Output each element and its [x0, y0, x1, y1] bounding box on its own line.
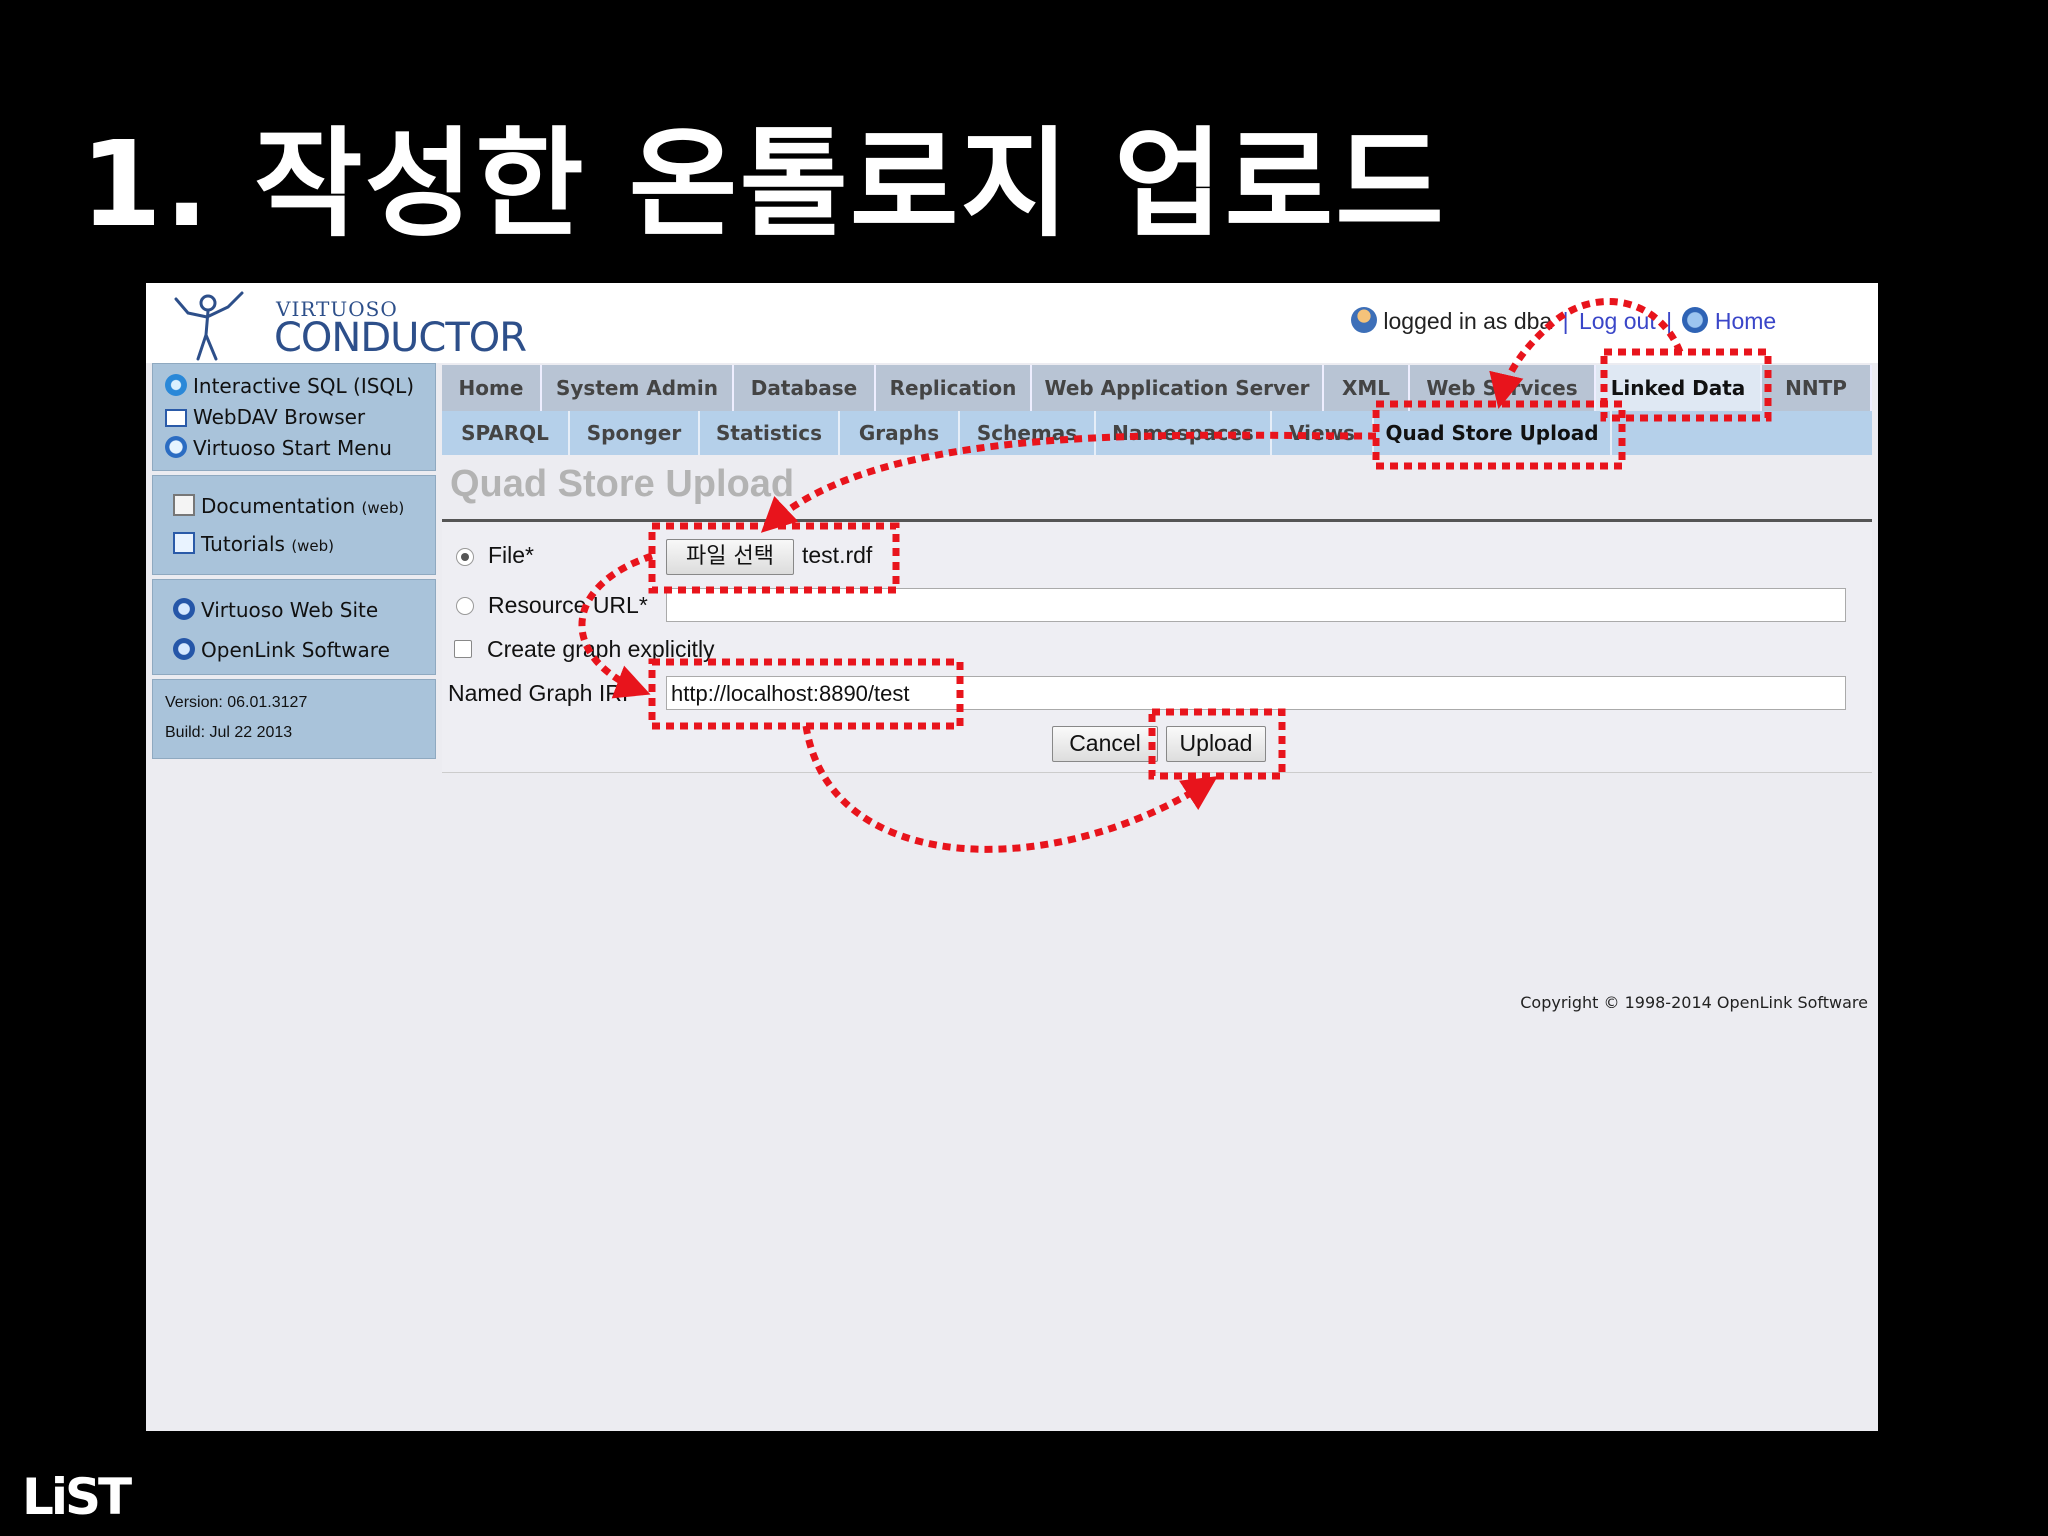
separator: | — [1562, 308, 1569, 334]
sidebar-group-docs: Documentation (web) Tutorials (web) — [152, 475, 436, 575]
separator: | — [1666, 308, 1673, 334]
resource-url-radio[interactable] — [456, 597, 474, 615]
sidebar-item-label: Documentation — [201, 494, 356, 518]
globe-icon — [173, 598, 195, 620]
create-graph-label: Create graph explicitly — [487, 636, 715, 662]
web-tag: (web) — [361, 499, 405, 517]
logout-link[interactable]: Log out — [1579, 308, 1656, 334]
tutorial-icon — [173, 532, 195, 554]
sidebar-item-start-menu[interactable]: Virtuoso Start Menu — [165, 436, 392, 460]
build-text: Build: Jul 22 2013 — [165, 724, 293, 741]
user-icon — [1351, 307, 1377, 333]
named-graph-label: Named Graph IRI* — [448, 680, 638, 706]
sidebar-item-label: OpenLink Software — [201, 638, 390, 662]
conductor-header: VIRTUOSO CONDUCTOR logged in as dba | Lo… — [146, 283, 1878, 363]
sidebar-item-documentation[interactable]: Documentation (web) — [173, 494, 404, 518]
globe-icon — [173, 638, 195, 660]
logo-big-text: CONDUCTOR — [274, 315, 527, 361]
conductor-figure-icon — [174, 291, 244, 361]
sidebar-group-tools: Interactive SQL (ISQL) WebDAV Browser Vi… — [152, 363, 436, 471]
user-bar: logged in as dba | Log out | Home — [1351, 307, 1776, 335]
subtab-views[interactable]: Views — [1272, 411, 1374, 455]
web-tag: (web) — [291, 537, 335, 555]
resource-url-label: Resource URL* — [488, 592, 648, 618]
file-radio[interactable] — [456, 548, 474, 566]
tab-replication[interactable]: Replication — [876, 365, 1032, 411]
version-text: Version: 06.01.3127 — [165, 694, 308, 711]
globe-icon — [165, 436, 187, 458]
tab-xml[interactable]: XML — [1324, 365, 1410, 411]
resource-url-input[interactable] — [666, 588, 1846, 622]
tab-nntp[interactable]: NNTP — [1762, 365, 1872, 411]
tab-web-services[interactable]: Web Services — [1410, 365, 1596, 411]
cancel-button[interactable]: Cancel — [1052, 726, 1158, 762]
sidebar-item-label: Virtuoso Start Menu — [193, 436, 392, 460]
brand-text: LiST — [22, 1468, 132, 1520]
upload-button[interactable]: Upload — [1166, 726, 1266, 762]
browser-screenshot: VIRTUOSO CONDUCTOR logged in as dba | Lo… — [146, 283, 1878, 1431]
home-link[interactable]: Home — [1715, 308, 1776, 334]
subtab-sparql[interactable]: SPARQL — [442, 411, 570, 455]
copyright-text: Copyright © 1998-2014 OpenLink Software — [1520, 993, 1868, 1012]
sidebar-item-webdav[interactable]: WebDAV Browser — [165, 405, 365, 429]
subtab-quad-store-upload[interactable]: Quad Store Upload — [1374, 411, 1612, 455]
subtab-namespaces[interactable]: Namespaces — [1096, 411, 1272, 455]
sidebar-item-label: Interactive SQL (ISQL) — [193, 374, 415, 398]
virtuoso-logo[interactable]: VIRTUOSO CONDUCTOR — [168, 289, 527, 361]
create-graph-checkbox[interactable] — [454, 640, 472, 658]
logged-in-text: logged in as dba — [1383, 308, 1553, 334]
named-graph-input[interactable]: http://localhost:8890/test — [666, 676, 1846, 710]
main-tabs: Home System Admin Database Replication W… — [442, 365, 1872, 411]
tab-home[interactable]: Home — [442, 365, 542, 411]
selected-file-name: test.rdf — [802, 542, 873, 568]
sidebar-item-label: WebDAV Browser — [193, 405, 366, 429]
slide-title: 1. 작성한 온톨로지 업로드 — [80, 115, 1446, 253]
gear-icon — [165, 374, 187, 396]
page-title: Quad Store Upload — [450, 463, 795, 505]
upload-form: File* 파일 선택 test.rdf Resource URL* Creat… — [442, 519, 1872, 773]
tab-database[interactable]: Database — [734, 365, 876, 411]
browser-window-icon — [165, 409, 187, 427]
sidebar-item-tutorials[interactable]: Tutorials (web) — [173, 532, 334, 556]
sidebar-version-box: Version: 06.01.3127 Build: Jul 22 2013 — [152, 679, 436, 759]
subtab-sponger[interactable]: Sponger — [570, 411, 700, 455]
choose-file-button[interactable]: 파일 선택 — [666, 539, 794, 575]
document-icon — [173, 494, 195, 516]
sidebar: Interactive SQL (ISQL) WebDAV Browser Vi… — [152, 363, 436, 1063]
subtab-schemas[interactable]: Schemas — [960, 411, 1096, 455]
file-label: File* — [488, 542, 535, 568]
sidebar-item-isql[interactable]: Interactive SQL (ISQL) — [165, 374, 414, 398]
sidebar-item-openlink[interactable]: OpenLink Software — [173, 638, 390, 662]
list-brand-logo: LiST — [22, 1468, 135, 1520]
tab-linked-data[interactable]: Linked Data — [1596, 365, 1762, 411]
sidebar-group-links: Virtuoso Web Site OpenLink Software — [152, 579, 436, 675]
sub-tabs: SPARQL Sponger Statistics Graphs Schemas… — [442, 411, 1872, 455]
tab-web-application-server[interactable]: Web Application Server — [1032, 365, 1324, 411]
tab-system-admin[interactable]: System Admin — [542, 365, 734, 411]
sidebar-item-label: Tutorials — [201, 532, 285, 556]
sidebar-item-label: Virtuoso Web Site — [201, 598, 379, 622]
globe-icon — [1682, 307, 1709, 333]
subtab-statistics[interactable]: Statistics — [700, 411, 840, 455]
subtab-graphs[interactable]: Graphs — [840, 411, 960, 455]
sidebar-item-virtuoso-site[interactable]: Virtuoso Web Site — [173, 598, 378, 622]
